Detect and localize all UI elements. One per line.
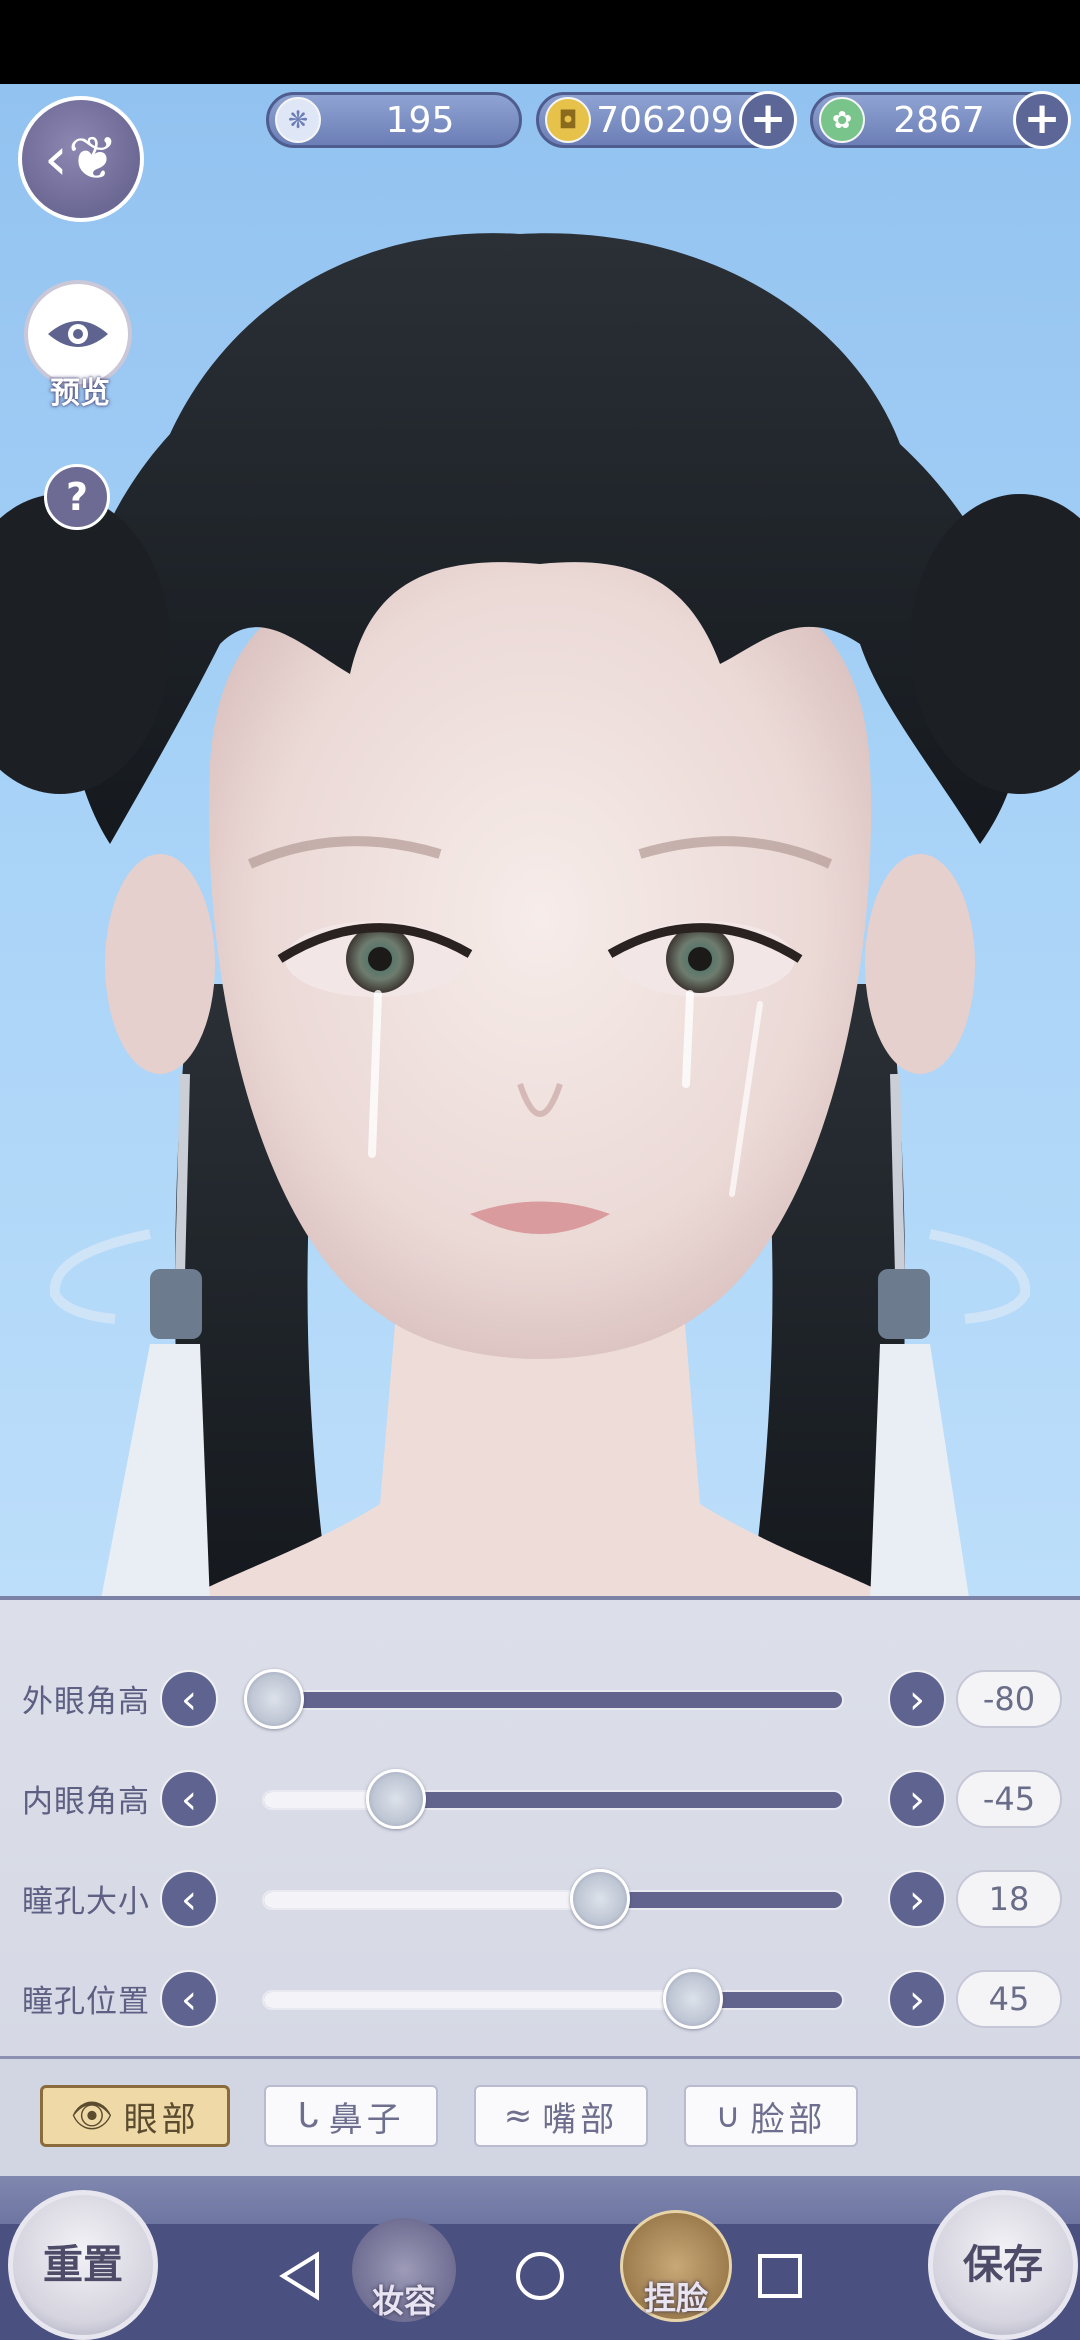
reset-label: 重置 xyxy=(43,2241,123,2288)
slider-track[interactable] xyxy=(262,1790,844,1810)
tab-face[interactable]: ∪ 脸部 xyxy=(684,2085,858,2147)
slider-value[interactable]: 18 xyxy=(956,1870,1062,1928)
makeup-mode-button[interactable]: 妆容 xyxy=(352,2218,456,2322)
add-copper-button[interactable]: + xyxy=(739,91,797,149)
tab-label: 脸部 xyxy=(750,2099,827,2140)
slider-row: 外眼角高 ‹ › -80 xyxy=(0,1664,1080,1734)
chevron-left-icon: ‹ xyxy=(181,1677,197,1723)
slider-thumb[interactable] xyxy=(569,1869,630,1929)
tab-eyes[interactable]: 👁 眼部 xyxy=(40,2085,230,2147)
slider-row: 内眼角高 ‹ › -45 xyxy=(0,1764,1080,1834)
copper-currency: ◘ 706209 + xyxy=(536,91,797,149)
slider-label: 瞳孔位置 xyxy=(22,1984,150,2020)
status-bar xyxy=(0,0,1080,84)
nose-icon: ᒐ xyxy=(297,2096,323,2136)
chevron-right-icon: › xyxy=(909,1877,925,1923)
chevron-left-icon: ‹ xyxy=(181,1977,197,2023)
decrease-button[interactable]: ‹ xyxy=(160,1770,218,1828)
character-illustration xyxy=(0,233,1080,1604)
feather-currency: ❋ 195 xyxy=(266,92,522,148)
slider-track[interactable] xyxy=(262,1990,844,2010)
tab-label: 眼部 xyxy=(123,2099,200,2140)
back-button[interactable]: ‹❦ xyxy=(18,96,144,222)
slider-label: 外眼角高 xyxy=(22,1684,150,1720)
slider-track[interactable] xyxy=(262,1690,844,1710)
slider-row: 瞳孔位置 ‹ › 45 xyxy=(0,1964,1080,2034)
slider-label: 瞳孔大小 xyxy=(22,1884,150,1920)
increase-button[interactable]: › xyxy=(888,1670,946,1728)
decrease-button[interactable]: ‹ xyxy=(160,1870,218,1928)
character-scene[interactable] xyxy=(0,84,1080,1604)
jade-token-icon: ✿ xyxy=(819,97,865,143)
circle-home-icon xyxy=(516,2252,564,2300)
help-button[interactable]: ? xyxy=(44,464,110,530)
square-recents-icon xyxy=(758,2254,802,2298)
reset-button[interactable]: 重置 xyxy=(8,2190,158,2340)
nav-home-button[interactable] xyxy=(510,2246,570,2306)
tab-label: 鼻子 xyxy=(328,2099,405,2140)
face-shaping-label: 捏脸 xyxy=(643,2279,708,2317)
slider-thumb[interactable] xyxy=(243,1669,304,1729)
tab-nose[interactable]: ᒐ 鼻子 xyxy=(264,2085,438,2147)
copper-coin-icon: ◘ xyxy=(545,97,591,143)
butterfly-back-icon: ‹❦ xyxy=(43,124,119,194)
adjustment-panel: 外眼角高 ‹ › -80 内眼角高 ‹ › -45 瞳孔大小 ‹ › 18 瞳孔… xyxy=(0,1596,1080,2056)
feather-amount: 195 xyxy=(385,99,455,141)
decrease-button[interactable]: ‹ xyxy=(160,1970,218,2028)
chevron-right-icon: › xyxy=(909,1777,925,1823)
chevron-left-icon: ‹ xyxy=(181,1777,197,1823)
increase-button[interactable]: › xyxy=(888,1870,946,1928)
add-jade-button[interactable]: + xyxy=(1013,91,1071,149)
decrease-button[interactable]: ‹ xyxy=(160,1670,218,1728)
copper-amount: 706209 xyxy=(596,99,734,141)
eye-icon: 👁 xyxy=(70,2096,118,2136)
nav-back-button[interactable] xyxy=(270,2246,330,2306)
makeup-label: 妆容 xyxy=(371,2282,436,2320)
preview-label: 预览 xyxy=(50,376,110,411)
eye-icon xyxy=(48,321,108,347)
triangle-back-icon xyxy=(279,2251,319,2301)
question-icon: ? xyxy=(65,475,89,519)
lips-icon: ≈ xyxy=(503,2096,537,2136)
save-label: 保存 xyxy=(963,2241,1043,2288)
slider-thumb[interactable] xyxy=(365,1769,426,1829)
increase-button[interactable]: › xyxy=(888,1770,946,1828)
jade-amount: 2867 xyxy=(893,99,985,141)
face-icon: ∪ xyxy=(715,2096,745,2136)
slider-track[interactable] xyxy=(262,1890,844,1910)
save-button[interactable]: 保存 xyxy=(928,2190,1078,2340)
nav-recents-button[interactable] xyxy=(750,2246,810,2306)
chevron-right-icon: › xyxy=(909,1677,925,1723)
tab-mouth[interactable]: ≈ 嘴部 xyxy=(474,2085,648,2147)
slider-value[interactable]: -45 xyxy=(956,1770,1062,1828)
feather-coin-icon: ❋ xyxy=(275,97,321,143)
chevron-right-icon: › xyxy=(909,1977,925,2023)
tab-label: 嘴部 xyxy=(542,2099,619,2140)
slider-label: 内眼角高 xyxy=(22,1784,150,1820)
slider-row: 瞳孔大小 ‹ › 18 xyxy=(0,1864,1080,1934)
jade-currency: ✿ 2867 + xyxy=(810,91,1071,149)
face-shaping-mode-button[interactable]: 捏脸 xyxy=(620,2210,732,2322)
slider-thumb[interactable] xyxy=(662,1969,723,2029)
chevron-left-icon: ‹ xyxy=(181,1877,197,1923)
slider-value[interactable]: -80 xyxy=(956,1670,1062,1728)
category-tabs: 👁 眼部 ᒐ 鼻子 ≈ 嘴部 ∪ 脸部 xyxy=(0,2056,1080,2176)
slider-value[interactable]: 45 xyxy=(956,1970,1062,2028)
increase-button[interactable]: › xyxy=(888,1970,946,2028)
